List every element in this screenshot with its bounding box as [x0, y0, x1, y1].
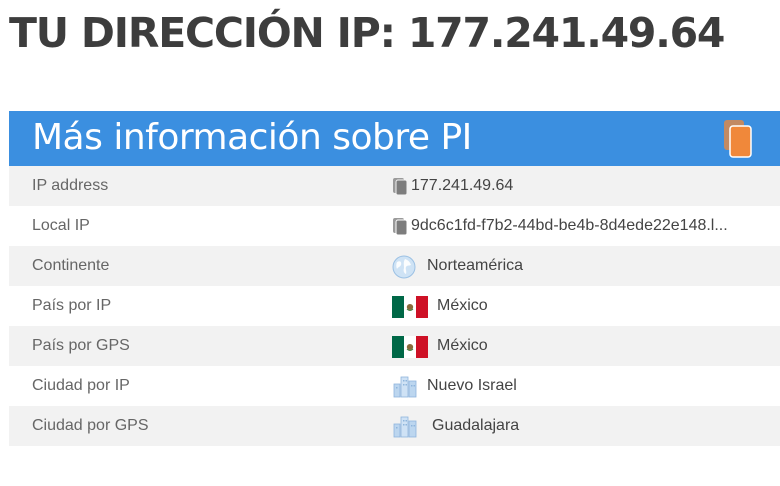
local-ip-value: 9dc6c1fd-f7b2-44bd-be4b-8d4ede22e148.l..…	[411, 217, 728, 234]
row-label: Local IP	[32, 217, 90, 234]
ip-info-panel: Más información sobre PI IP address 177.…	[9, 111, 780, 486]
mexico-flag-icon	[392, 296, 428, 318]
globe-icon	[392, 255, 416, 279]
row-city-by-gps: Ciudad por GPS Guadalajara	[9, 406, 780, 446]
continent-value: Norteamérica	[427, 257, 524, 274]
row-continent: Continente Norteamérica	[9, 246, 780, 286]
ip-address-value: 177.241.49.64	[411, 177, 514, 194]
row-ip-address: IP address 177.241.49.64	[9, 166, 780, 206]
row-label: Ciudad por IP	[32, 377, 130, 394]
row-country-by-gps: País por GPS México	[9, 326, 780, 366]
row-label: Continente	[32, 257, 110, 274]
page-title: TU DIRECCIÓN IP: 177.241.49.64	[9, 9, 725, 57]
panel-header: Más información sobre PI	[9, 111, 780, 166]
copy-icon[interactable]	[392, 177, 408, 196]
mexico-flag-icon	[392, 336, 428, 358]
row-city-by-ip: Ciudad por IP Nuevo Israel	[9, 366, 780, 406]
info-table: IP address 177.241.49.64 Local IP 9dc6c1…	[9, 166, 780, 486]
row-label: Ciudad por GPS	[32, 417, 149, 434]
row-label: País por IP	[32, 297, 112, 314]
table-row	[9, 446, 780, 486]
row-country-by-ip: País por IP México	[9, 286, 780, 326]
country-by-ip-value: México	[437, 297, 488, 314]
city-icon	[393, 376, 417, 398]
city-icon	[393, 416, 417, 438]
row-local-ip: Local IP 9dc6c1fd-f7b2-44bd-be4b-8d4ede2…	[9, 206, 780, 246]
city-by-ip-value: Nuevo Israel	[427, 377, 517, 394]
country-by-gps-value: México	[437, 337, 488, 354]
copy-icon[interactable]	[723, 119, 753, 159]
city-by-gps-value: Guadalajara	[432, 417, 520, 434]
copy-icon[interactable]	[392, 217, 408, 236]
row-label: País por GPS	[32, 337, 130, 354]
row-label: IP address	[32, 177, 109, 194]
panel-title: Más información sobre PI	[32, 117, 472, 158]
